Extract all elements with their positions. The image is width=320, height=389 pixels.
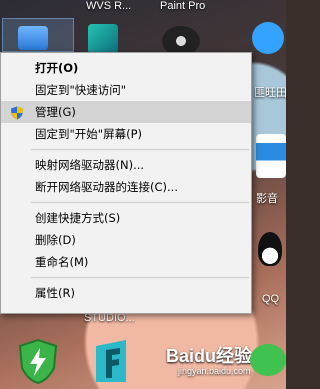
menu-item-manage-label: 管理(G) [35,105,76,119]
menu-separator [31,277,249,278]
desktop-label-paint-pro: Paint Pro [160,0,206,12]
menu-item-delete[interactable]: 删除(D) [1,229,251,251]
context-menu: 打开(O) 固定到"快速访问" 管理(G) 固定到"开始"屏幕(P) 映射网络驱… [0,52,252,314]
menu-item-disconnect-drive[interactable]: 断开网络驱动器的连接(C)... [1,176,251,198]
menu-item-map-drive[interactable]: 映射网络驱动器(N)... [1,154,251,176]
menu-item-manage[interactable]: 管理(G) [1,101,251,123]
menu-item-rename[interactable]: 重命名(M) [1,251,251,273]
desktop-label-right-1: 匪旺田 [254,87,287,99]
security-shield-icon[interactable] [16,338,60,389]
media-icon[interactable] [256,134,286,178]
wechat-icon[interactable] [250,344,286,376]
menu-item-create-shortcut[interactable]: 创建快捷方式(S) [1,207,251,229]
menu-separator [31,202,249,203]
wvs-app-icon[interactable] [88,24,118,54]
qq-penguin-icon[interactable] [258,232,282,266]
baidu-watermark: Baidu经验 [166,346,253,366]
menu-item-properties[interactable]: 属性(R) [1,282,251,304]
computer-icon[interactable] [18,26,48,50]
uac-shield-icon [10,105,24,120]
menu-item-pin-quick-access[interactable]: 固定到"快速访问" [1,79,251,101]
desktop-label-right-3: QQ [262,293,280,305]
baidu-watermark-url: jingyan.baidu.com [178,366,251,376]
menu-item-pin-start[interactable]: 固定到"开始"屏幕(P) [1,123,251,145]
menu-separator [31,149,249,150]
qq-app-icon[interactable] [252,22,284,54]
menu-item-open[interactable]: 打开(O) [1,57,251,79]
f-app-icon[interactable] [88,338,134,389]
desktop-label-right-2: 影音 [256,193,278,205]
desktop-label-wvs: WVS R... [86,0,132,12]
